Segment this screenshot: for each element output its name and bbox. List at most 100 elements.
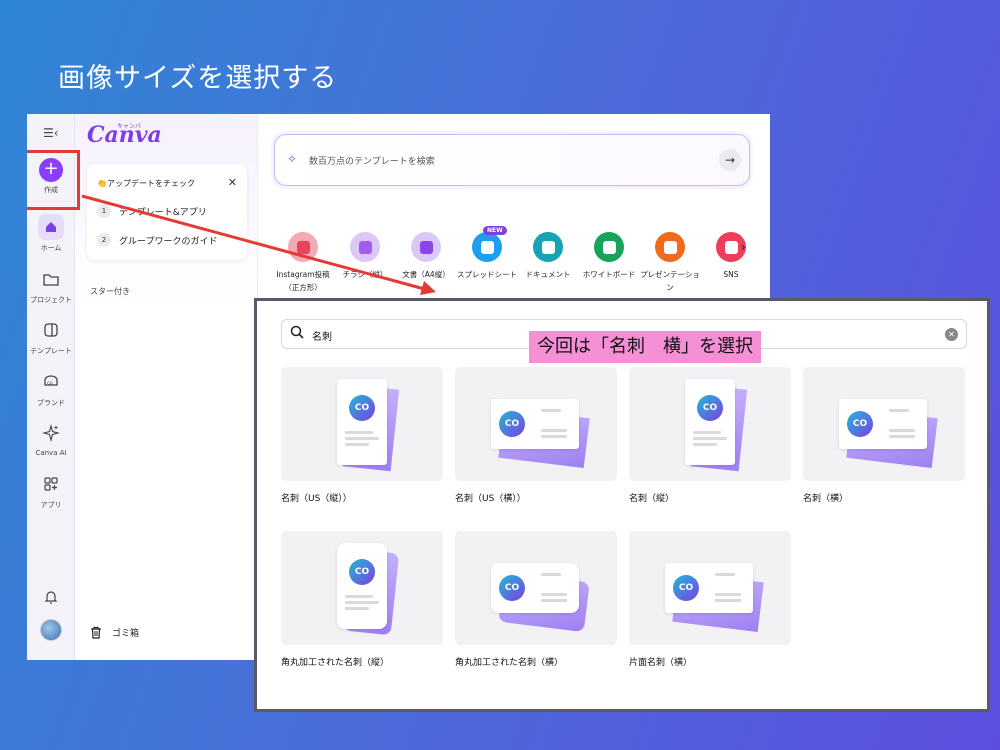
template-label: 片面名刺（横） xyxy=(629,658,693,668)
category-icon xyxy=(655,232,685,262)
template-tile[interactable]: CO 角丸加工された名刺（横） xyxy=(455,531,617,668)
update-item-label: グループワークのガイド xyxy=(119,236,218,247)
placeholder-line xyxy=(541,409,561,412)
highlight-box-create xyxy=(27,150,80,210)
template-tile[interactable]: CO 名刺（横） xyxy=(803,367,965,504)
category-item[interactable]: ホワイトボード xyxy=(578,232,640,281)
update-title: 👏アップデートをチェック xyxy=(97,179,195,188)
update-item[interactable]: 1 テンプレート&アプリ xyxy=(97,204,207,218)
placeholder-line xyxy=(345,607,369,610)
trash-label: ゴミ箱 xyxy=(112,629,140,639)
avatar-image xyxy=(40,619,62,641)
category-item[interactable]: NEW スプレッドシート xyxy=(456,226,518,281)
placeholder-line xyxy=(889,435,915,438)
template-thumbnail: CO xyxy=(281,531,443,645)
trash-link[interactable]: ゴミ箱 xyxy=(90,626,139,639)
magic-search-icon: ✧ xyxy=(287,152,298,166)
template-icon xyxy=(38,317,64,343)
placeholder-line xyxy=(345,437,379,440)
category-icon-glyph xyxy=(724,240,738,254)
category-icon-glyph xyxy=(602,240,616,254)
avatar[interactable] xyxy=(27,619,75,641)
rail-item-label: Canva AI xyxy=(35,449,67,457)
category-icon-glyph xyxy=(358,240,372,254)
category-icon-glyph xyxy=(541,240,555,254)
template-label: 名刺（横） xyxy=(803,494,849,504)
template-tile[interactable]: CO 角丸加工された名刺（縦） xyxy=(281,531,443,668)
rail-item-projects[interactable]: プロジェクト xyxy=(27,266,75,305)
starred-section-label: スター付き xyxy=(90,287,130,296)
bell-icon xyxy=(38,584,64,610)
category-icon xyxy=(350,232,380,262)
category-icon-glyph xyxy=(296,240,310,254)
template-label: 角丸加工された名刺（横） xyxy=(455,658,564,668)
category-item[interactable]: ドキュメント xyxy=(517,232,579,281)
trash-icon xyxy=(91,626,101,639)
co-logo-icon: CO xyxy=(349,559,375,585)
category-label: チラシ（縦） xyxy=(342,270,388,279)
template-label: 名刺（US（縦）） xyxy=(281,494,352,504)
placeholder-line xyxy=(889,429,915,432)
chevron-right-icon[interactable]: › xyxy=(741,240,746,254)
category-label: プレゼンテーション xyxy=(640,270,700,292)
search-query: 名刺 xyxy=(312,332,332,343)
rail-item-brand[interactable]: co ブランド xyxy=(27,369,75,408)
update-item-number: 2 xyxy=(97,233,111,247)
update-card: 👏アップデートをチェック ✕ 1 テンプレート&アプリ 2 グループワークのガイ… xyxy=(87,164,247,260)
placeholder-line xyxy=(715,573,735,576)
rail-item-canva-ai[interactable]: Canva AI xyxy=(27,420,75,457)
rail-item-home[interactable]: ホーム xyxy=(27,214,75,253)
template-search-input[interactable]: ✧ 数百万点のテンプレートを検索 → xyxy=(274,134,750,186)
canva-logo-kana: キャンバ xyxy=(117,123,142,130)
template-thumbnail: CO xyxy=(455,367,617,481)
rail-item-label: プロジェクト xyxy=(30,296,72,304)
category-item[interactable]: SNS xyxy=(700,232,762,281)
rail-item-templates[interactable]: テンプレート xyxy=(27,317,75,356)
template-tile[interactable]: CO 名刺（US（横）） xyxy=(455,367,617,504)
card-front-shape: CO xyxy=(337,379,387,465)
placeholder-line xyxy=(345,601,379,604)
co-logo-icon: CO xyxy=(499,411,525,437)
menu-collapse-icon[interactable]: ☰‹ xyxy=(43,126,59,140)
category-icon xyxy=(411,232,441,262)
update-item[interactable]: 2 グループワークのガイド xyxy=(97,233,217,247)
notifications-button[interactable] xyxy=(27,584,75,610)
template-thumbnail: CO xyxy=(281,367,443,481)
category-item[interactable]: プレゼンテーション xyxy=(639,232,701,294)
co-logo-icon: CO xyxy=(499,575,525,601)
clear-icon[interactable]: ✕ xyxy=(945,328,958,341)
category-icon xyxy=(533,232,563,262)
apps-icon xyxy=(38,471,64,497)
template-label: 名刺（縦） xyxy=(629,494,675,504)
card-front-shape: CO xyxy=(337,543,387,629)
slide-title: 画像サイズを選択する xyxy=(58,63,338,94)
category-icon-glyph xyxy=(480,240,494,254)
card-front-shape: CO xyxy=(491,563,579,613)
template-label: 角丸加工された名刺（縦） xyxy=(281,658,390,668)
annotation-callout: 今回は「名刺 横」を選択 xyxy=(529,331,761,363)
category-label: ホワイトボード xyxy=(582,270,636,279)
template-tile[interactable]: CO 名刺（US（縦）） xyxy=(281,367,443,504)
co-logo-icon: CO xyxy=(349,395,375,421)
template-tile[interactable]: CO 片面名刺（横） xyxy=(629,531,791,668)
rail-item-apps[interactable]: アプリ xyxy=(27,471,75,510)
placeholder-line xyxy=(345,443,369,446)
placeholder-line xyxy=(541,593,567,596)
search-icon xyxy=(290,325,304,343)
arrow-right-icon[interactable]: → xyxy=(719,149,741,171)
placeholder-line xyxy=(693,437,727,440)
placeholder-line xyxy=(715,593,741,596)
brand-icon: co xyxy=(38,369,64,395)
svg-text:co: co xyxy=(47,381,53,387)
category-item[interactable]: 文書（A4縦） xyxy=(395,232,457,281)
template-label: 名刺（US（横）） xyxy=(455,494,526,504)
folder-icon xyxy=(38,266,64,292)
category-item[interactable]: チラシ（縦） xyxy=(334,232,396,281)
category-label: SNS xyxy=(723,270,739,279)
close-icon[interactable]: ✕ xyxy=(228,176,237,189)
category-icon xyxy=(472,232,502,262)
template-thumbnail: CO xyxy=(455,531,617,645)
category-item[interactable]: Instagram投稿（正方形） xyxy=(272,232,334,294)
rail-item-label: ホーム xyxy=(40,244,62,252)
template-tile[interactable]: CO 名刺（縦） xyxy=(629,367,791,504)
